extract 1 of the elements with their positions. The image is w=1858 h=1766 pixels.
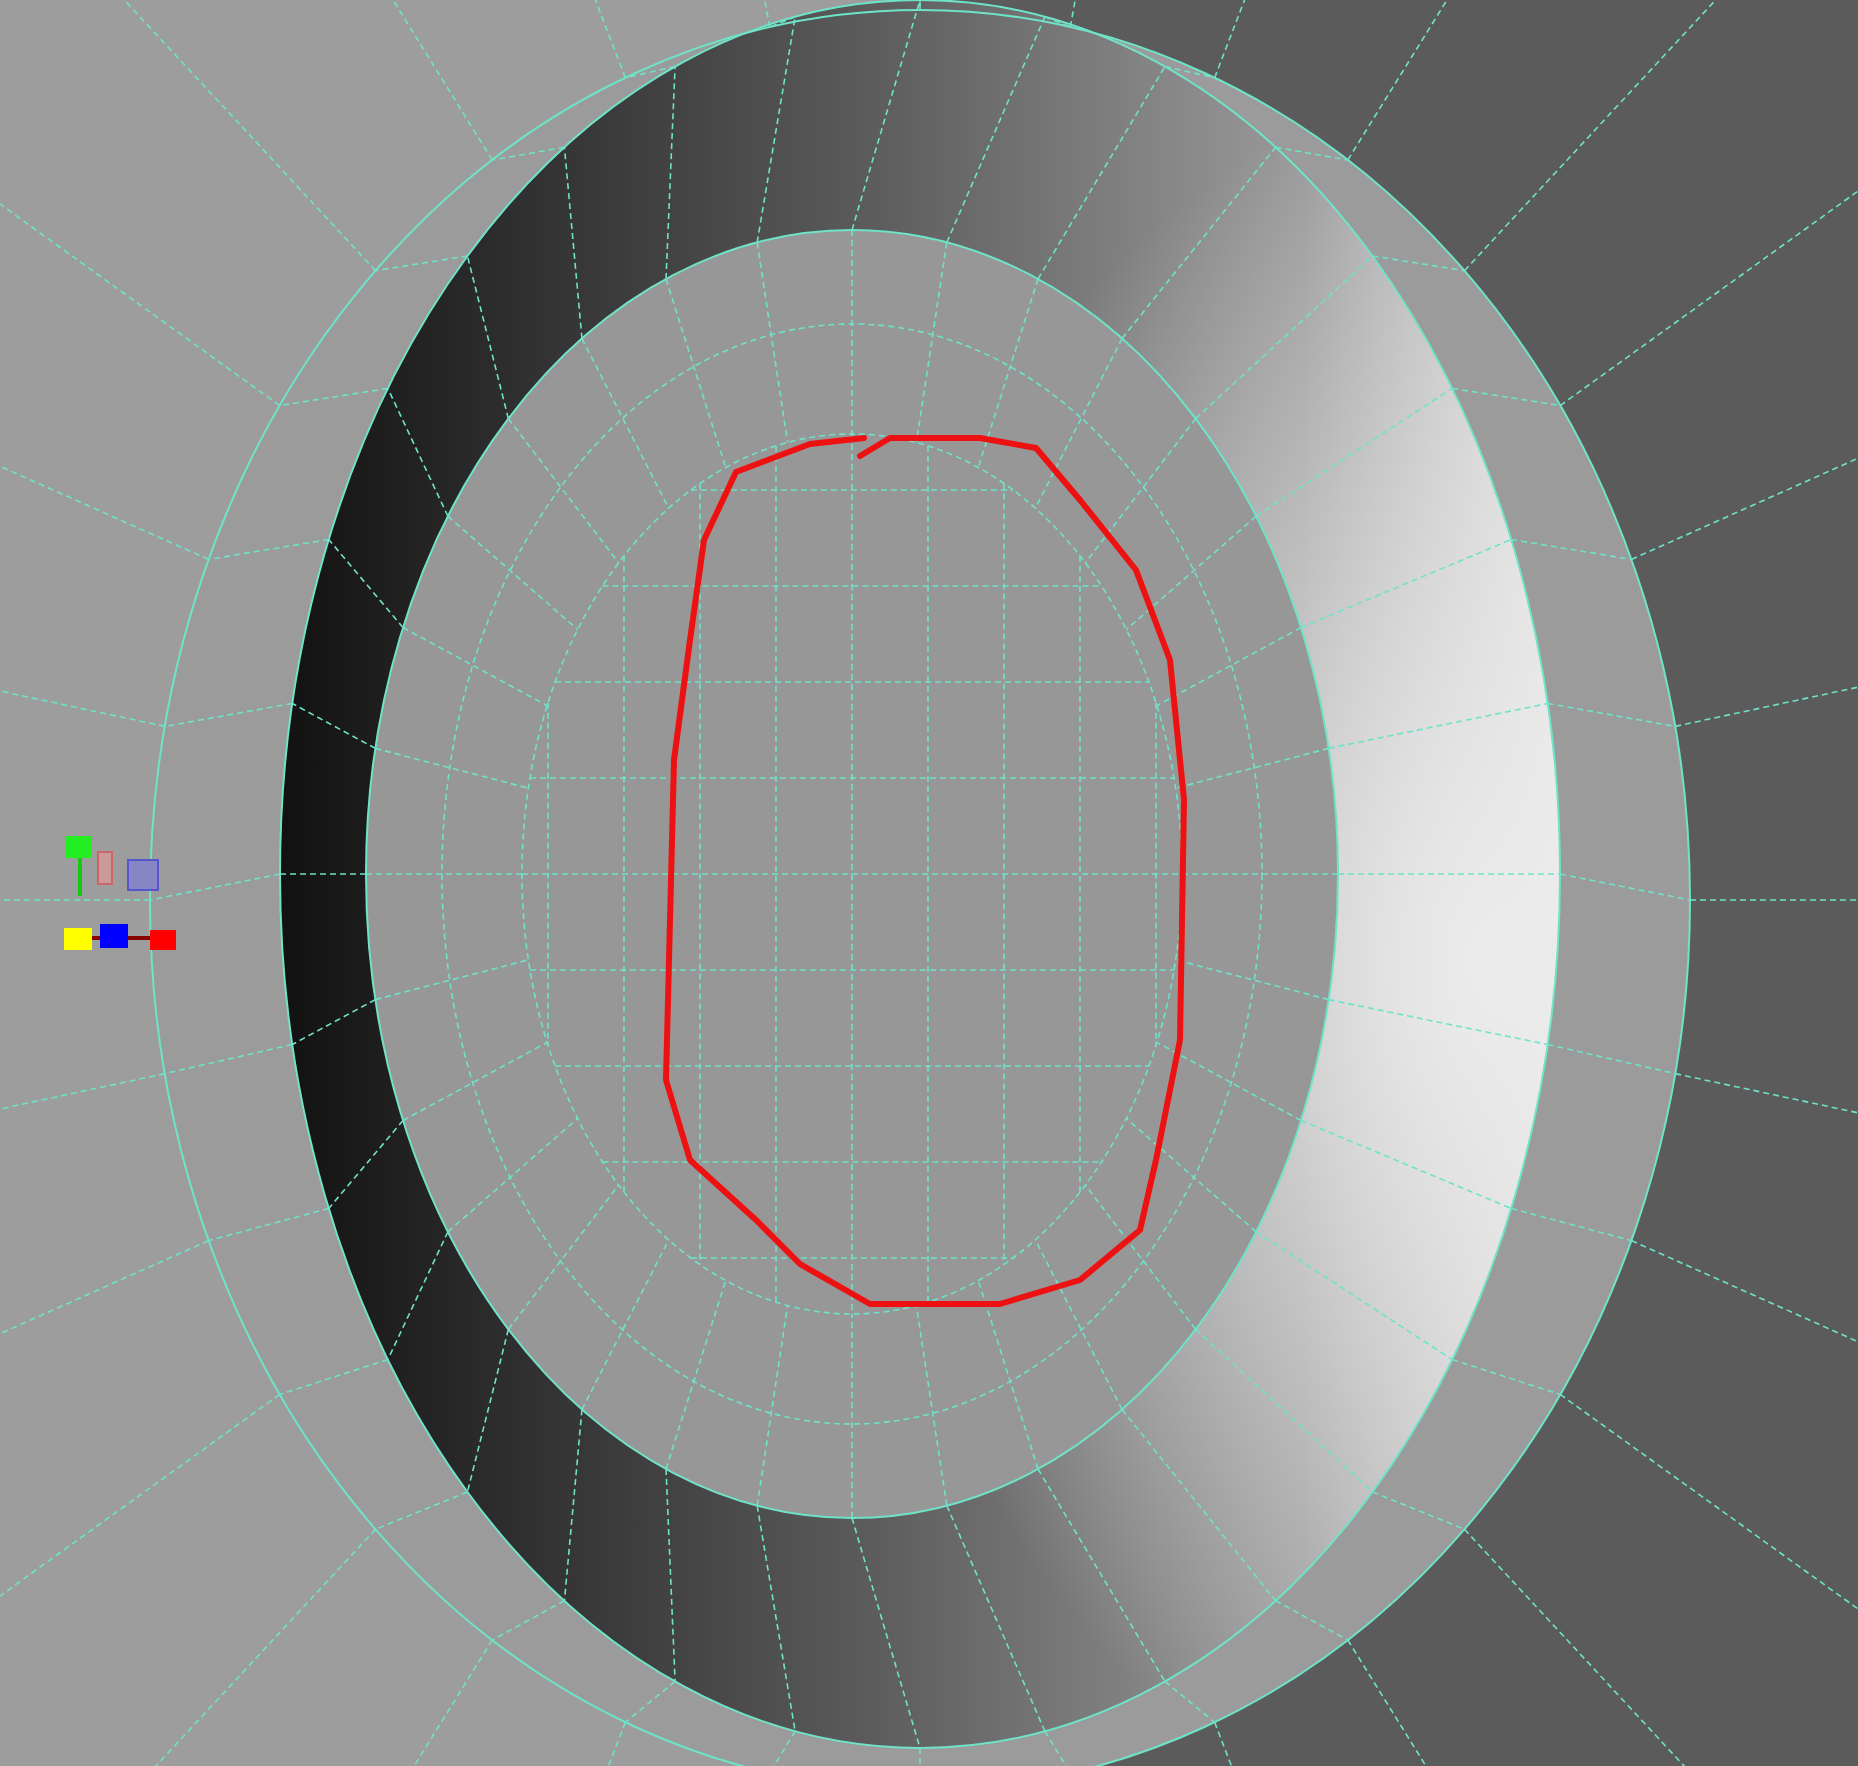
manipulator-handles-icon[interactable] [64, 836, 176, 950]
